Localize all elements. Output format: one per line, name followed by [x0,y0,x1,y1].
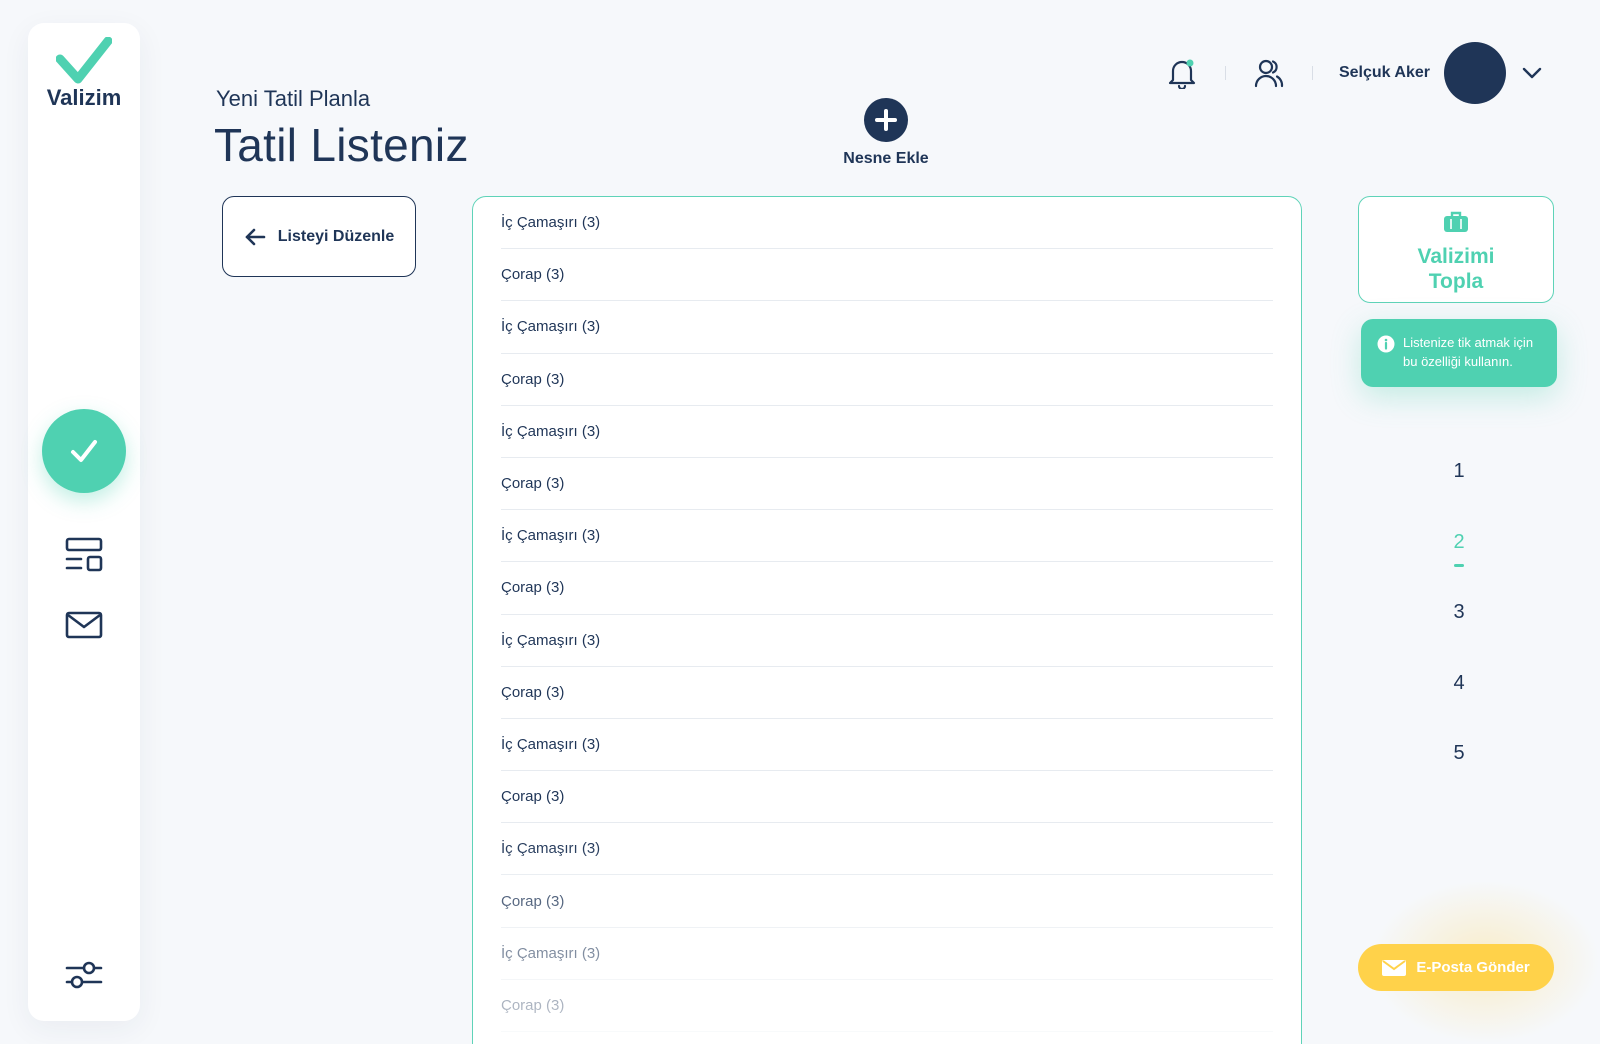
mail-icon [1382,959,1407,976]
packing-list: İç Çamaşırı (3) Çorap (3) İç Çamaşırı (3) Ç… [472,196,1302,1044]
plus-icon [875,109,897,131]
list-item[interactable]: Çorap (3) [501,354,1273,406]
arrow-left-icon [245,228,266,245]
pack-suitcase-button[interactable]: Valizimi Topla [1358,196,1554,303]
list-item[interactable]: İç Çamaşırı (3) [501,301,1273,354]
users-icon [1254,59,1284,88]
avatar[interactable] [1444,42,1506,104]
logo-text: Valizim [46,85,122,110]
page-subtitle: Yeni Tatil Planla [216,86,371,111]
list-item[interactable]: İç Çamaşırı (3) [501,719,1273,772]
pack-tooltip: Listenize tik atmak için bu özelliği kul… [1361,319,1557,387]
tooltip-text: Listenize tik atmak için bu özelliği kul… [1403,335,1534,369]
pack-label-line2: Topla [1428,270,1484,293]
list-item[interactable]: Çorap (3) [501,667,1273,719]
top-bar: Selçuk Aker [1165,42,1544,104]
list-item[interactable]: İç Çamaşırı (3) [501,615,1273,667]
edit-list-button[interactable]: Listeyi Düzenle [222,196,416,277]
add-item-button[interactable]: Nesne Ekle [830,98,942,168]
list-item[interactable]: Çorap (3) [501,875,1273,928]
nav-settings[interactable] [64,955,104,995]
info-icon [1377,335,1395,353]
layout-icon [65,537,103,572]
pack-label-line1: Valizimi [1417,245,1495,268]
suitcase-icon [1444,211,1468,232]
list-item[interactable]: Çorap (3) [501,562,1273,615]
edit-list-label: Listeyi Düzenle [277,227,395,245]
nav-layout[interactable] [64,535,104,575]
chevron-down-icon [1522,67,1542,79]
logo[interactable]: Valizim [28,37,140,111]
check-logo-icon [56,37,112,84]
topbar-divider [1311,66,1313,80]
user-menu-toggle[interactable] [1520,61,1544,85]
topbar-divider [1224,66,1226,80]
page-5[interactable]: 5 [1440,742,1478,813]
users-button[interactable] [1252,56,1286,90]
mail-icon [65,611,103,639]
sidebar: Valizim [28,23,140,1021]
page-2[interactable]: 2 [1440,531,1478,602]
page-title: Tatil Listeniz [214,119,469,171]
list-item[interactable]: İç Çamaşırı (3) [501,197,1273,250]
list-item[interactable]: İç Çamaşırı (3) [501,928,1273,980]
send-email-label: E-Posta Gönder [1416,959,1530,976]
list-item[interactable]: Çorap (3) [501,980,1273,1032]
nav-mail[interactable] [64,605,104,645]
page-3[interactable]: 3 [1440,601,1478,672]
check-icon [71,440,97,462]
list-item[interactable]: İç Çamaşırı (3) [501,510,1273,563]
list-item[interactable]: Çorap (3) [501,771,1273,824]
list-item[interactable]: İç Çamaşırı (3) [501,406,1273,458]
list-item[interactable]: Çorap (3) [501,458,1273,511]
notifications-button[interactable] [1165,56,1199,90]
list-item[interactable]: Çorap (3) [501,249,1273,302]
page-4[interactable]: 4 [1440,672,1478,743]
pagination: 12345 [1440,460,1478,813]
user-name[interactable]: Selçuk Aker [1339,64,1430,82]
page-1[interactable]: 1 [1440,460,1478,531]
bell-icon [1168,59,1196,89]
add-item-label: Nesne Ekle [843,150,929,167]
nav-checklist[interactable] [42,409,126,493]
sliders-icon [65,961,103,989]
list-item[interactable]: İç Çamaşırı (3) [501,823,1273,876]
add-circle [864,98,908,142]
send-email-button[interactable]: E-Posta Gönder [1358,944,1554,991]
